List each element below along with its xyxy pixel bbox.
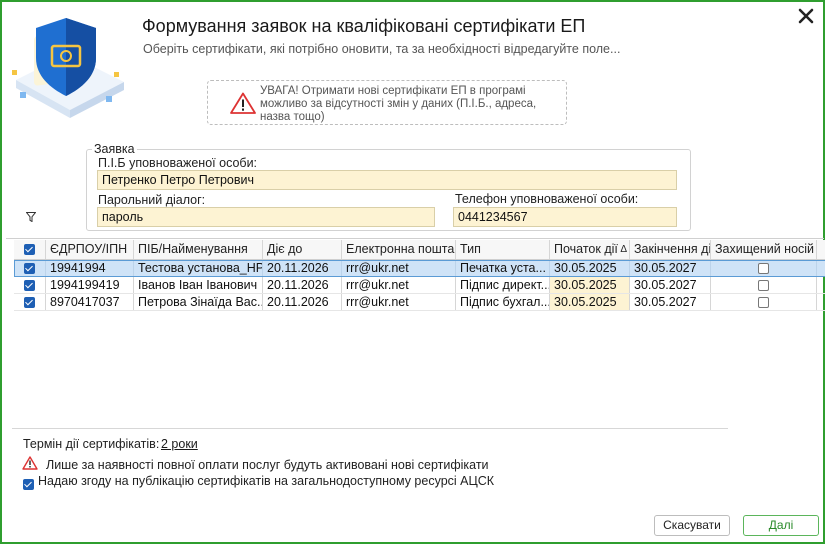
warning-box: УВАГА! Отримати нові сертифікати ЕП в пр… <box>207 80 567 125</box>
cell-email: rrr@ukr.net <box>342 294 456 310</box>
term-link[interactable]: 2 роки <box>161 437 198 451</box>
row-checkbox[interactable] <box>14 294 46 310</box>
filter-icon[interactable] <box>25 210 37 225</box>
column-header-valid-to[interactable]: Діє до <box>263 240 342 259</box>
term-label: Термін дії сертифікатів: <box>23 437 160 451</box>
cancel-button[interactable]: Скасувати <box>654 515 730 536</box>
close-icon[interactable] <box>795 5 817 27</box>
person-field[interactable] <box>97 170 677 190</box>
protected-checkbox[interactable] <box>711 277 817 293</box>
agree-checkbox[interactable] <box>23 476 34 491</box>
cell-name: Тестова установа_НР <box>134 260 263 276</box>
table-header: ЄДРПОУ/ІПН ПІБ/Найменування Діє до Елект… <box>14 240 825 260</box>
sort-indicator-icon: Δ <box>620 244 627 255</box>
cell-email: rrr@ukr.net <box>342 260 456 276</box>
cell-code: 1994199419 <box>46 277 134 293</box>
protected-checkbox[interactable] <box>711 294 817 310</box>
payment-note: Лише за наявності повної оплати послуг б… <box>46 458 489 472</box>
cell-code: 8970417037 <box>46 294 134 310</box>
phone-field[interactable] <box>453 207 677 227</box>
table-row[interactable]: 19941994 Тестова установа_НР 20.11.2026 … <box>14 260 825 277</box>
grid-top-border <box>6 238 824 239</box>
cell-start[interactable]: 30.05.2025 <box>550 294 630 310</box>
person-label: П.І.Б уповноваженої особи: <box>98 156 258 170</box>
column-header-code[interactable]: ЄДРПОУ/ІПН <box>46 240 134 259</box>
column-header-end[interactable]: Закінчення дії <box>630 240 711 259</box>
cell-end: 30.05.2027 <box>630 277 711 293</box>
row-checkbox[interactable] <box>14 277 46 293</box>
cell-email: rrr@ukr.net <box>342 277 456 293</box>
warning-icon <box>22 456 38 473</box>
agree-label[interactable]: Надаю згоду на публікацію сертифікатів н… <box>38 474 494 488</box>
password-field[interactable] <box>97 207 435 227</box>
cell-valid-to: 20.11.2026 <box>263 277 342 293</box>
divider <box>12 428 728 429</box>
phone-label: Телефон уповноваженої особи: <box>455 192 639 206</box>
cell-start[interactable]: 30.05.2025 <box>550 277 630 293</box>
certificates-table: ЄДРПОУ/ІПН ПІБ/Найменування Діє до Елект… <box>14 240 825 418</box>
cell-name: Іванов Іван Іванович <box>134 277 263 293</box>
dialog-title: Формування заявок на кваліфіковані серти… <box>142 16 586 36</box>
request-group-legend: Заявка <box>92 142 137 156</box>
select-all-checkbox[interactable] <box>14 240 46 259</box>
next-button[interactable]: Далі <box>743 515 819 536</box>
table-row[interactable]: 1994199419 Іванов Іван Іванович 20.11.20… <box>14 277 825 294</box>
cell-type: Підпис бухгал... <box>456 294 550 310</box>
dialog-window: Формування заявок на кваліфіковані серти… <box>0 0 825 544</box>
cell-valid-to: 20.11.2026 <box>263 294 342 310</box>
warning-text: УВАГА! Отримати нові сертифікати ЕП в пр… <box>260 85 537 123</box>
cell-valid-to: 20.11.2026 <box>263 260 342 276</box>
column-header-type[interactable]: Тип <box>456 240 550 259</box>
column-header-email[interactable]: Електронна пошта <box>342 240 456 259</box>
column-header-start[interactable]: Початок дії Δ <box>550 240 630 259</box>
cell-type: Підпис директ... <box>456 277 550 293</box>
cell-end: 30.05.2027 <box>630 294 711 310</box>
cell-code: 19941994 <box>46 260 134 276</box>
cell-start[interactable]: 30.05.2025 <box>550 260 630 276</box>
dialog-subtitle: Оберіть сертифікати, які потрібно оновит… <box>143 42 621 56</box>
certificate-shield-illustration <box>6 10 132 122</box>
protected-checkbox[interactable] <box>711 260 817 276</box>
column-header-protected[interactable]: Захищений носій <box>711 240 817 259</box>
warning-icon <box>230 92 256 117</box>
password-label: Парольний діалог: <box>98 193 206 207</box>
cell-end: 30.05.2027 <box>630 260 711 276</box>
cell-type: Печатка уста... <box>456 260 550 276</box>
column-header-name[interactable]: ПІБ/Найменування <box>134 240 263 259</box>
row-checkbox[interactable] <box>14 260 46 276</box>
cell-name: Петрова Зінаїда Вас... <box>134 294 263 310</box>
table-row[interactable]: 8970417037 Петрова Зінаїда Вас... 20.11.… <box>14 294 825 311</box>
